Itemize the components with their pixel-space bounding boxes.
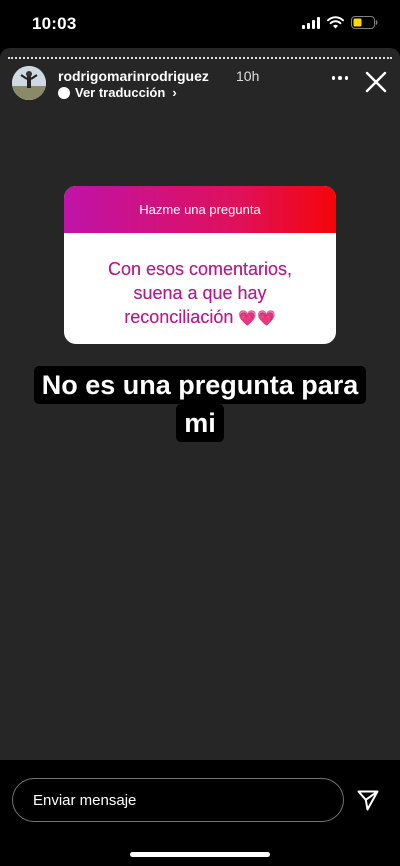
more-options-icon[interactable] [331,76,348,80]
question-line: suena a que hay [74,281,326,305]
cellular-signal-icon [302,16,320,29]
story-timestamp: 10h [236,68,260,84]
question-sticker-title: Hazme una pregunta [139,202,261,217]
battery-icon [351,16,378,29]
question-line: reconciliación 💗💗 [74,305,326,331]
status-bar: 10:03 [0,0,400,48]
see-translation-link[interactable]: Ver traducción › [58,85,177,100]
speech-bubble-icon [58,86,70,99]
wifi-icon [327,16,344,29]
question-line: Con esos comentarios, [74,257,326,281]
chevron-right-icon: › [172,85,177,100]
status-icons [302,16,378,29]
question-line-text: reconciliación [124,307,234,327]
send-icon[interactable] [356,788,380,812]
story-progress-bar [8,57,392,59]
story-username[interactable]: rodrigomarinrodriguez [58,68,209,84]
question-sticker-header: Hazme una pregunta [64,186,336,233]
home-indicator[interactable] [130,852,270,857]
send-message-input[interactable] [12,778,344,822]
response-line: mi [176,404,224,442]
question-text: Con esos comentarios, suena a que hay re… [64,233,336,331]
heart-emoji-icon: 💗💗 [238,310,276,327]
story-header: rodrigomarinrodriguez 10h Ver traducción… [12,66,388,102]
status-time: 10:03 [32,14,77,33]
story-response-text: No es una pregunta para mi [30,366,370,442]
see-translation-label: Ver traducción [75,85,166,100]
message-bar [0,760,400,866]
response-line: No es una pregunta para [33,366,367,404]
question-sticker: Hazme una pregunta Con esos comentarios,… [64,186,336,344]
avatar[interactable] [12,66,46,100]
story-viewer[interactable]: rodrigomarinrodriguez 10h Ver traducción… [0,48,400,760]
close-icon[interactable] [364,70,388,94]
